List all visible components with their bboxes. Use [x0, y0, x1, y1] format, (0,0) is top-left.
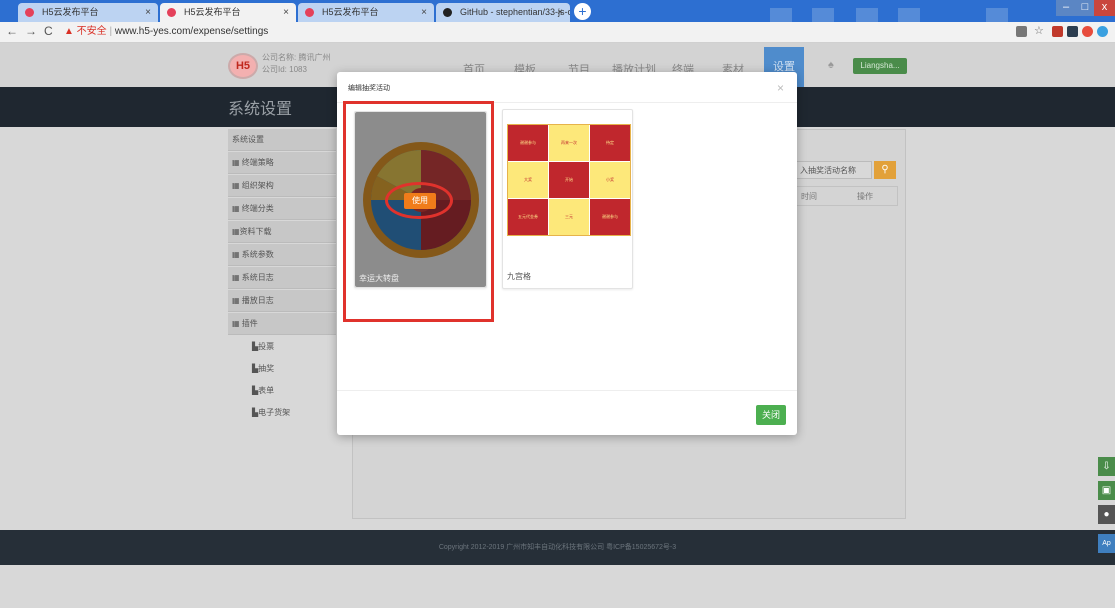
grid-cell: 大奖 [508, 162, 548, 198]
tab-close-icon[interactable]: × [421, 3, 427, 22]
footer: Copyright 2012-2019 广州市知丰自动化科技有限公司 粤ICP备… [0, 530, 1115, 565]
security-warning[interactable]: ▲ 不安全 [64, 26, 107, 37]
annotation-rectangle [343, 101, 494, 322]
sidebar-item-downloads[interactable]: ▦资料下载 [228, 221, 336, 243]
image-icon[interactable]: ▣ [1098, 481, 1115, 500]
minimize-button[interactable]: – [1056, 0, 1076, 16]
company-name: 公司名称: 腾讯广州 [262, 53, 331, 62]
search-input[interactable]: 入抽奖活动名称 [796, 161, 872, 179]
star-icon[interactable]: ☆ [1034, 24, 1045, 37]
forward-button[interactable]: → [25, 24, 37, 38]
key-icon[interactable] [1016, 26, 1027, 37]
modal-header [337, 72, 797, 103]
table-header: 时间 操作 [796, 186, 898, 206]
user-icon[interactable]: ● [1098, 505, 1115, 524]
user-menu-button[interactable]: Liangsha... [853, 58, 907, 74]
profile-icon[interactable] [1097, 26, 1108, 37]
sidebar-item-lottery[interactable]: ▙抽奖 [228, 358, 336, 380]
new-tab-button[interactable]: + [574, 3, 591, 20]
window-close-button[interactable]: x [1094, 0, 1115, 16]
window-thumbnail [986, 8, 1008, 22]
close-button[interactable]: 关闭 [756, 405, 786, 425]
tab-title: H5云发布平台 [322, 7, 379, 17]
template-card-grid[interactable]: 谢谢参与 再来一次 待定 大奖 开始 小奖 五元代金券 三元 谢谢参与 九宫格 [502, 109, 633, 289]
sidebar-item-vote[interactable]: ▙投票 [228, 336, 336, 358]
modal-footer-divider [337, 390, 797, 391]
maximize-button[interactable]: □ [1076, 0, 1094, 16]
window-thumbnail [856, 8, 878, 22]
favicon-icon [305, 8, 314, 17]
browser-tab-1[interactable]: H5云发布平台 × [18, 3, 158, 22]
extension-icon[interactable] [1052, 26, 1063, 37]
modal-title: 编辑抽奖活动 [348, 85, 390, 92]
tab-close-icon[interactable]: × [145, 3, 151, 22]
search-icon[interactable]: ⚲ [874, 161, 896, 179]
grid-cell: 五元代金券 [508, 199, 548, 235]
tab-close-icon[interactable]: × [283, 3, 289, 22]
grid-cell: 小奖 [590, 162, 630, 198]
sidebar-header: 系统设置 [228, 129, 336, 151]
download-icon[interactable]: ⇩ [1098, 457, 1115, 476]
favicon-icon [167, 8, 176, 17]
tab-title: H5云发布平台 [42, 7, 99, 17]
browser-tab-2[interactable]: H5云发布平台 × [160, 3, 296, 22]
page-title: 系统设置 [228, 101, 293, 118]
browser-tab-4[interactable]: GitHub - stephentian/33-js-cc × [436, 3, 570, 22]
app-button[interactable]: Ap [1098, 534, 1115, 553]
card-label: 九宫格 [507, 272, 531, 281]
company-id: 公司Id: 1083 [262, 65, 307, 74]
url-text: www.h5-yes.com/expense/settings [114, 26, 269, 37]
window-thumbnail [812, 8, 834, 22]
tab-title: H5云发布平台 [184, 7, 241, 17]
grid-cell: 谢谢参与 [508, 125, 548, 161]
sidebar-item-terminal-category[interactable]: ▦ 终端分类 [228, 198, 336, 220]
sidebar-item-terminal-policy[interactable]: ▦ 终端策略 [228, 152, 336, 174]
extension-icon[interactable] [1082, 26, 1093, 37]
grid-cell: 待定 [590, 125, 630, 161]
grid-cell: 谢谢参与 [590, 199, 630, 235]
tab-close-icon[interactable]: × [557, 3, 563, 22]
extension-icon[interactable] [1067, 26, 1078, 37]
back-button[interactable]: ← [6, 24, 18, 38]
sidebar-item-plugins[interactable]: ▦ 插件 [228, 313, 336, 335]
sidebar-item-system-log[interactable]: ▦ 系统日志 [228, 267, 336, 289]
browser-tab-3[interactable]: H5云发布平台 × [298, 3, 434, 22]
favicon-icon [25, 8, 34, 17]
sidebar-item-form[interactable]: ▙表单 [228, 380, 336, 402]
logo: H5 [228, 53, 258, 79]
company-info: 公司名称: 腾讯广州 公司Id: 1083 [262, 52, 330, 76]
browser-tab-bar: H5云发布平台 × H5云发布平台 × H5云发布平台 × GitHub - s… [0, 0, 1115, 22]
grid-cell: 三元 [549, 199, 589, 235]
address-bar-row: ← → C ▲ 不安全 | www.h5-yes.com/expense/set… [0, 22, 1115, 43]
table-header-action: 操作 [857, 192, 873, 201]
tab-title: GitHub - stephentian/33-js-cc [460, 7, 570, 17]
sidebar-item-play-log[interactable]: ▦ 播放日志 [228, 290, 336, 312]
modal-close-icon[interactable]: × [777, 81, 784, 95]
grid-cell: 再来一次 [549, 125, 589, 161]
url-field[interactable]: ▲ 不安全 | www.h5-yes.com/expense/settings [64, 24, 268, 40]
bell-icon[interactable]: ♠ [828, 59, 834, 71]
reload-button[interactable]: C [44, 24, 53, 38]
grid-cell: 开始 [549, 162, 589, 198]
edit-lottery-modal: 编辑抽奖活动 × 使用 幸运大转盘 谢谢参与 再来一次 待定 大奖 开始 小奖 … [337, 72, 797, 435]
window-thumbnail [770, 8, 792, 22]
table-header-time: 时间 [801, 192, 817, 201]
window-thumbnail [898, 8, 920, 22]
sidebar-item-org[interactable]: ▦ 组织架构 [228, 175, 336, 197]
nine-grid-preview: 谢谢参与 再来一次 待定 大奖 开始 小奖 五元代金券 三元 谢谢参与 [507, 124, 631, 236]
sidebar-item-params[interactable]: ▦ 系统参数 [228, 244, 336, 266]
sidebar-item-shelf[interactable]: ▙电子货架 [228, 402, 336, 424]
sidebar: 系统设置 ▦ 终端策略 ▦ 组织架构 ▦ 终端分类 ▦资料下载 ▦ 系统参数 ▦… [228, 129, 336, 529]
github-icon [443, 8, 452, 17]
